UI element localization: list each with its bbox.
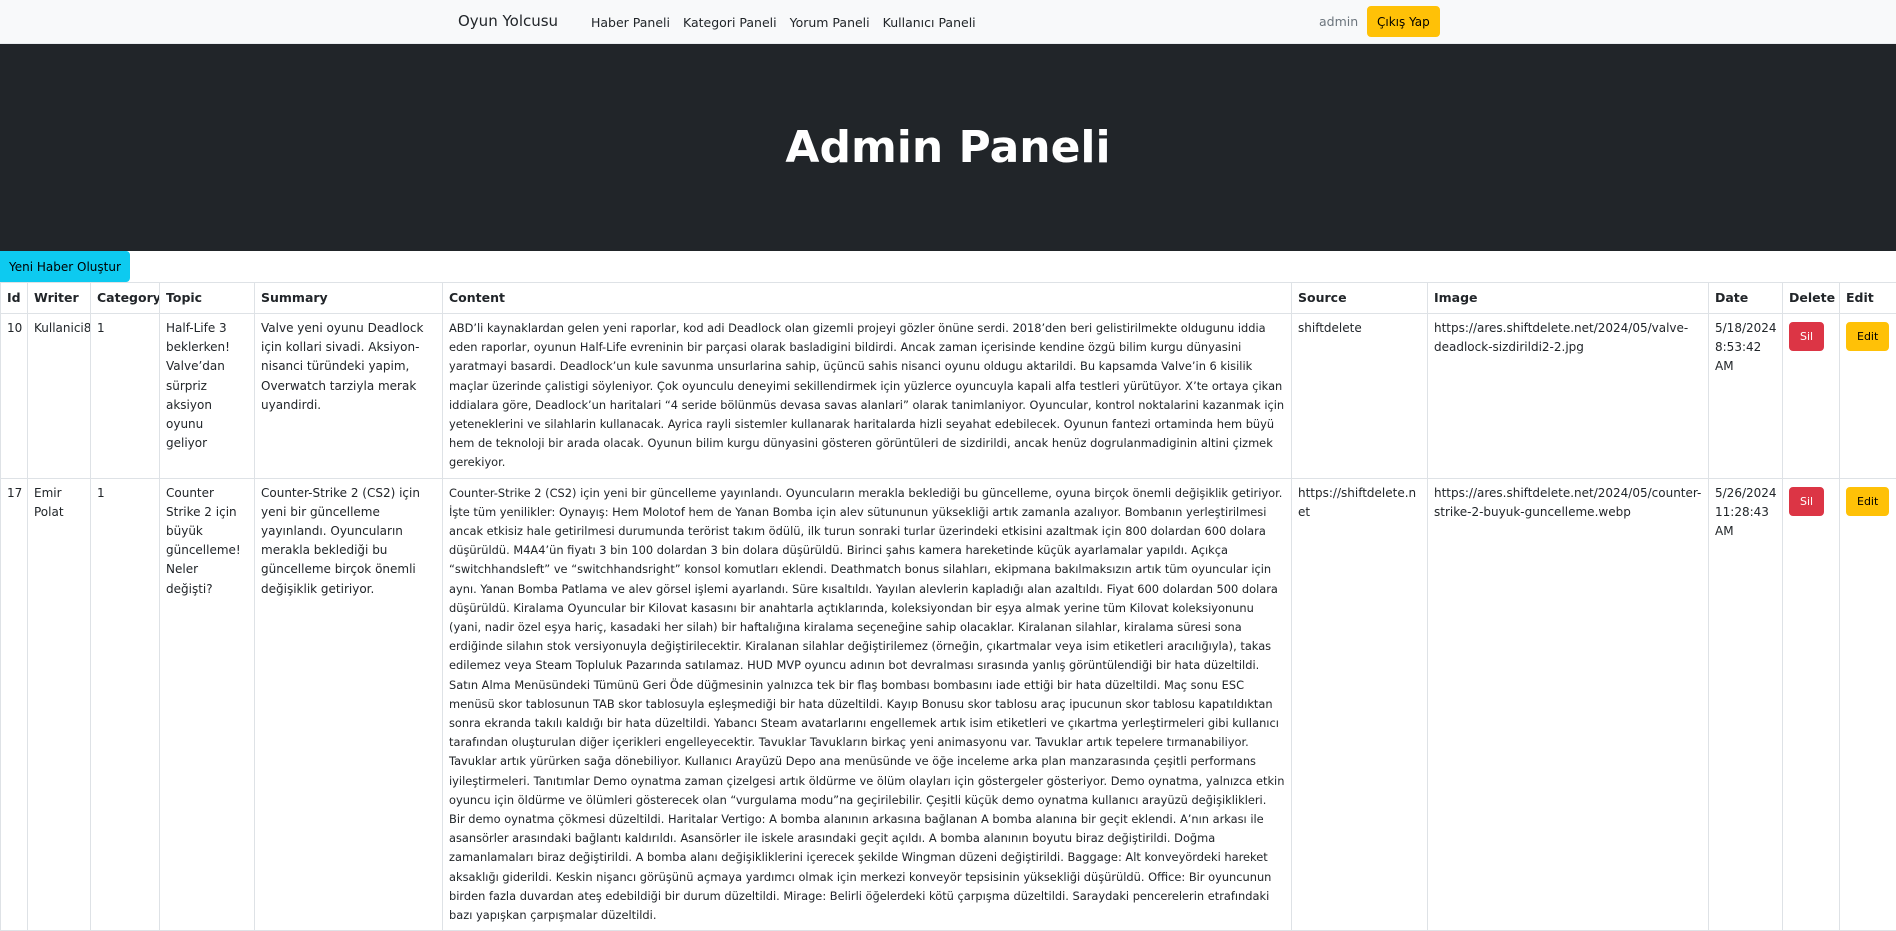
cell-content: Counter-Strike 2 (CS2) için yeni bir gün… xyxy=(443,478,1292,931)
column-header-summary: Summary xyxy=(255,283,443,314)
cell-summary: Valve yeni oyunu Deadlock için kollari s… xyxy=(255,314,443,479)
column-header-topic: Topic xyxy=(160,283,255,314)
cell-source: https://shiftdelete.net xyxy=(1292,478,1428,931)
cell-writer: Emir Polat xyxy=(28,478,91,931)
cell-content: ABD’li kaynaklardan gelen yeni raporlar,… xyxy=(443,314,1292,479)
cell-date: 5/18/2024 8:53:42 AM xyxy=(1709,314,1783,479)
cell-delete: Sil xyxy=(1783,478,1840,931)
nav-link-haber-paneli[interactable]: Haber Paneli xyxy=(591,15,670,30)
current-user-label: admin xyxy=(1319,14,1358,29)
column-header-source: Source xyxy=(1292,283,1428,314)
hero-banner: Admin Paneli xyxy=(0,44,1896,251)
table-row: 17 Emir Polat 1 Counter Strike 2 için bü… xyxy=(1,478,1896,931)
cell-source: shiftdelete xyxy=(1292,314,1428,479)
delete-button[interactable]: Sil xyxy=(1789,322,1824,351)
cell-date: 5/26/2024 11:28:43 AM xyxy=(1709,478,1783,931)
cell-delete: Sil xyxy=(1783,314,1840,479)
column-header-date: Date xyxy=(1709,283,1783,314)
cell-image: https://ares.shiftdelete.net/2024/05/val… xyxy=(1428,314,1709,479)
cell-summary: Counter-Strike 2 (CS2) için yeni bir gün… xyxy=(255,478,443,931)
cell-id: 17 xyxy=(1,478,28,931)
top-navbar: Oyun Yolcusu Haber Paneli Kategori Panel… xyxy=(0,0,1896,44)
nav-link-kullanici-paneli[interactable]: Kullanıcı Paneli xyxy=(883,15,976,30)
brand-link[interactable]: Oyun Yolcusu xyxy=(458,12,558,30)
table-row: 10 Kullanici8 1 Half-Life 3 beklerken! V… xyxy=(1,314,1896,479)
cell-writer: Kullanici8 xyxy=(28,314,91,479)
column-header-writer: Writer xyxy=(28,283,91,314)
delete-button[interactable]: Sil xyxy=(1789,487,1824,516)
column-header-id: Id xyxy=(1,283,28,314)
cell-topic: Counter Strike 2 için büyük güncelleme! … xyxy=(160,478,255,931)
news-table: Id Writer Category Topic Summary Content… xyxy=(0,282,1896,931)
nav-link-yorum-paneli[interactable]: Yorum Paneli xyxy=(790,15,870,30)
column-header-image: Image xyxy=(1428,283,1709,314)
column-header-delete: Delete xyxy=(1783,283,1840,314)
nav-link-kategori-paneli[interactable]: Kategori Paneli xyxy=(683,15,777,30)
create-news-button[interactable]: Yeni Haber Oluştur xyxy=(0,251,130,282)
edit-button[interactable]: Edit xyxy=(1846,322,1889,351)
column-header-category: Category xyxy=(91,283,160,314)
cell-category: 1 xyxy=(91,314,160,479)
column-header-content: Content xyxy=(443,283,1292,314)
column-header-edit: Edit xyxy=(1840,283,1896,314)
edit-button[interactable]: Edit xyxy=(1846,487,1889,516)
nav-links: Haber Paneli Kategori Paneli Yorum Panel… xyxy=(591,15,989,30)
cell-id: 10 xyxy=(1,314,28,479)
cell-category: 1 xyxy=(91,478,160,931)
page-title: Admin Paneli xyxy=(785,122,1110,173)
cell-image: https://ares.shiftdelete.net/2024/05/cou… xyxy=(1428,478,1709,931)
cell-edit: Edit xyxy=(1840,478,1896,931)
cell-topic: Half-Life 3 beklerken! Valve’dan sürpriz… xyxy=(160,314,255,479)
cell-edit: Edit xyxy=(1840,314,1896,479)
table-header-row: Id Writer Category Topic Summary Content… xyxy=(1,283,1896,314)
logout-button[interactable]: Çıkış Yap xyxy=(1367,6,1440,37)
news-table-container: Id Writer Category Topic Summary Content… xyxy=(0,282,1896,931)
